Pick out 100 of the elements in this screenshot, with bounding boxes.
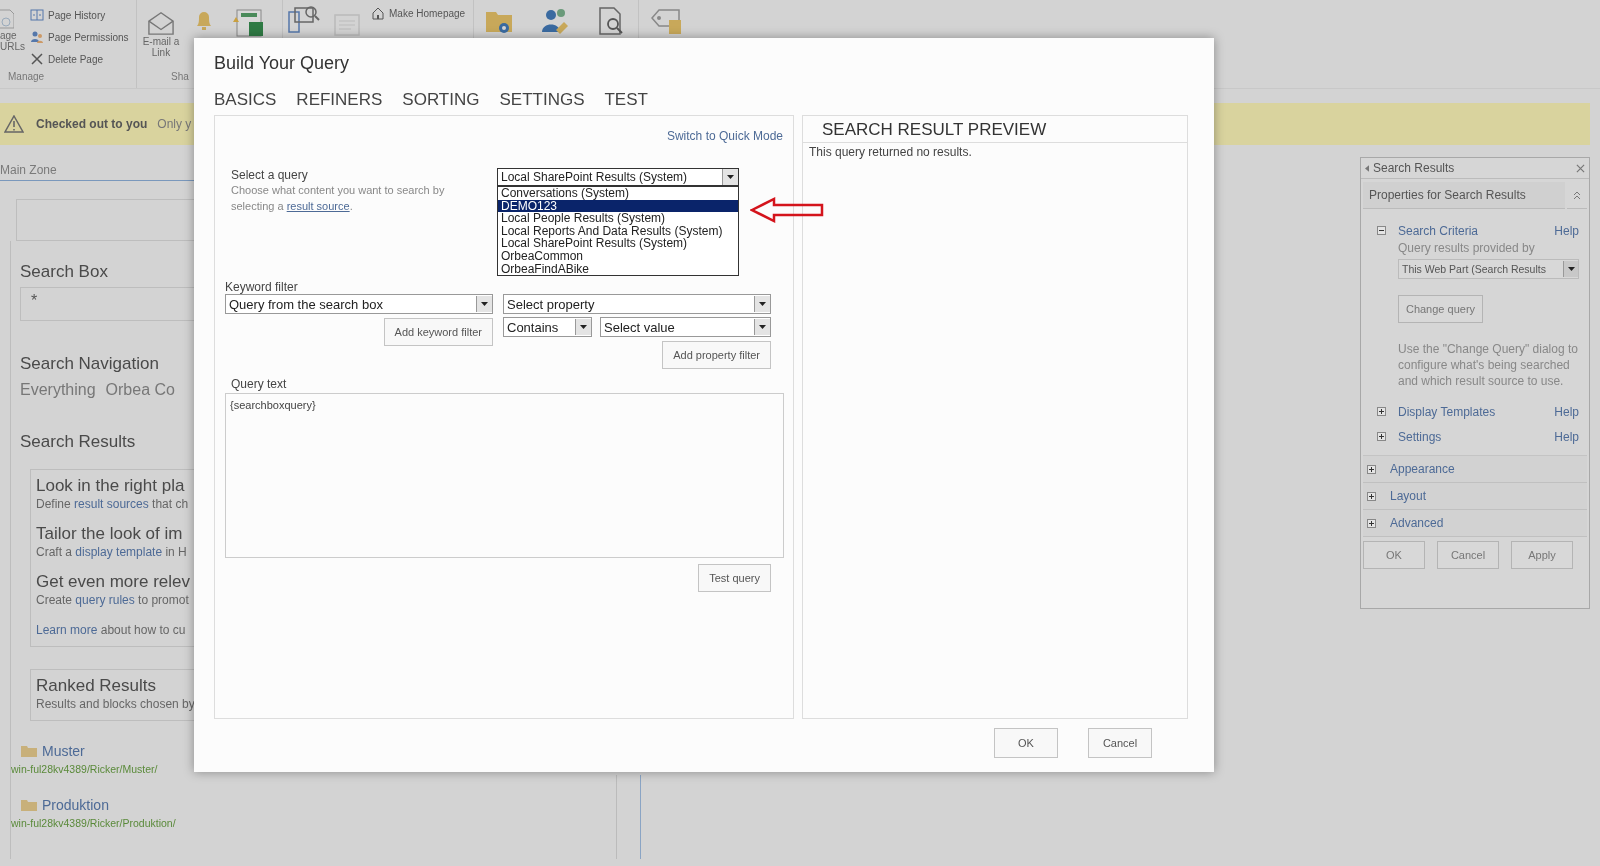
pane-button[interactable]: Cancel [1437, 541, 1499, 569]
help-link[interactable]: Help [1554, 429, 1579, 444]
section-title[interactable]: Display Templates [1398, 404, 1555, 419]
dialog-button[interactable]: OK [994, 728, 1058, 758]
pane-button[interactable]: OK [1363, 541, 1425, 569]
keyword-filter-select[interactable]: Query from the search box [225, 294, 493, 314]
result-source-link[interactable]: result source [286, 200, 350, 212]
status-text: Only y [157, 117, 192, 131]
page-icon [0, 8, 14, 30]
tab[interactable]: SORTING [402, 90, 480, 110]
dialog-button[interactable]: Cancel [1088, 728, 1152, 758]
result-title[interactable]: Muster [42, 743, 85, 759]
field-label: Query text [231, 377, 288, 391]
help-link[interactable]: Help [1554, 223, 1579, 238]
columns-icon [30, 8, 44, 22]
criteria-note: Use the "Change Query" dialog to configure what's being searched and which result source to use. [1398, 341, 1579, 389]
query-source-select[interactable]: This Web Part (Search Results [1398, 259, 1579, 279]
value-select[interactable]: Select value [600, 317, 771, 337]
tip-link[interactable]: result sources [74, 497, 149, 511]
web-part-title: Search Box [20, 261, 109, 283]
collapse-icon[interactable] [1377, 226, 1386, 235]
pane-button[interactable]: Apply [1511, 541, 1573, 569]
learn-more-link[interactable]: Learn more [36, 623, 98, 637]
dropdown-option[interactable]: OrbeaFindABike [498, 262, 738, 276]
field-label: Keyword filter [225, 280, 299, 294]
result-title[interactable]: Produktion [42, 797, 109, 813]
property-select[interactable]: Select property [503, 294, 771, 314]
change-query-button[interactable]: Change query [1398, 295, 1483, 323]
group-label: Sha [171, 71, 189, 82]
add-property-filter-button[interactable]: Add property filter [662, 341, 771, 369]
field-label: Select a query [231, 168, 309, 182]
expand-icon[interactable] [1367, 518, 1376, 528]
pane-title: Search Results [1373, 161, 1456, 175]
dropdown-arrow-icon [727, 175, 734, 179]
double-chevron-icon [1573, 189, 1581, 200]
dropdown-arrow-icon [1567, 267, 1575, 271]
close-icon[interactable] [1576, 163, 1585, 173]
cross-icon [30, 52, 44, 66]
ribbon-button[interactable]: age URLs [0, 30, 24, 52]
ribbon-button[interactable]: E-mail a Link [141, 36, 181, 58]
nav-link[interactable]: Everything [20, 381, 96, 399]
ribbon-button[interactable]: Page History [48, 9, 106, 21]
expand-icon[interactable] [1377, 432, 1386, 441]
dialog-title: Build Your Query [214, 53, 351, 74]
learn-more-text: Learn more about how to cu [36, 622, 187, 638]
expand-icon[interactable] [1367, 464, 1376, 474]
query-text-field[interactable]: {searchboxquery} [225, 393, 784, 558]
search-field[interactable]: * [20, 287, 194, 321]
dropdown-option[interactable]: Local Reports And Data Results (System) [498, 224, 738, 238]
tip-text: Craft a display template in H [36, 544, 188, 560]
tip-text: Create query rules to promot [36, 592, 190, 608]
document-icon [333, 12, 361, 38]
section-title[interactable]: Settings [1398, 429, 1555, 444]
category-row[interactable]: Layout [1363, 483, 1587, 510]
tab[interactable]: REFINERS [296, 90, 383, 110]
status-title: Checked out to you [36, 117, 148, 131]
tip-text: Define result sources that ch [36, 496, 190, 512]
query-select[interactable]: Local SharePoint Results (System) [497, 168, 739, 186]
expand-icon[interactable] [1377, 407, 1386, 416]
dropdown-arrow-icon [580, 325, 587, 329]
category-row[interactable]: Advanced [1363, 510, 1587, 537]
dropdown-option[interactable]: Local People Results (System) [498, 212, 738, 225]
nav-link[interactable]: Orbea Co [105, 381, 175, 399]
preview-title: SEARCH RESULT PREVIEW [803, 116, 1187, 143]
quick-mode-link[interactable]: Switch to Quick Mode [666, 129, 783, 143]
tip-link[interactable]: display template [75, 545, 163, 559]
tab[interactable]: BASICS [214, 90, 277, 110]
category-row[interactable]: Appearance [1363, 456, 1587, 483]
tab[interactable]: TEST [604, 90, 648, 110]
zone-label: Main Zone [0, 163, 58, 177]
tip-heading: Tailor the look of im [36, 524, 184, 544]
folder-icon [21, 745, 37, 757]
ranked-title: Ranked Results [36, 676, 157, 696]
tip-link[interactable]: query rules [75, 593, 135, 607]
dropdown-option[interactable]: OrbeaCommon [498, 249, 738, 263]
add-keyword-filter-button[interactable]: Add keyword filter [383, 318, 493, 346]
preview-message: This query returned no results. [808, 144, 973, 161]
help-link[interactable]: Help [1554, 404, 1579, 419]
ribbon-button[interactable]: Make Homepage [389, 7, 466, 19]
dropdown-arrow-icon [759, 325, 766, 329]
collapse-arrow-icon[interactable] [1365, 164, 1369, 172]
web-part-title: Search Results [20, 431, 137, 453]
result-path: win-ful28kv4389/Ricker/Produktion/ [11, 817, 177, 829]
dropdown-option[interactable]: Local SharePoint Results (System) [498, 237, 738, 250]
house-icon [371, 6, 385, 20]
tip-heading: Get even more relev [36, 572, 191, 592]
expand-icon[interactable] [1367, 491, 1376, 501]
tip-heading: Look in the right pla [36, 476, 186, 496]
dropdown-option[interactable]: DEMO123 [498, 199, 738, 213]
dropdown-arrow-icon [481, 302, 488, 306]
ribbon-button[interactable]: Page Permissions [48, 31, 129, 43]
pane-subtitle: Properties for Search Results [1363, 181, 1565, 209]
tab[interactable]: SETTINGS [499, 90, 585, 110]
section-title[interactable]: Search Criteria [1398, 223, 1555, 238]
ranked-text: Results and blocks chosen by [36, 696, 194, 712]
dropdown-option[interactable]: Conversations (System) [498, 187, 738, 200]
ribbon-button[interactable]: Delete Page [48, 53, 104, 65]
test-query-button[interactable]: Test query [698, 564, 771, 592]
people-icon [30, 30, 44, 44]
operator-select[interactable]: Contains [503, 317, 592, 337]
